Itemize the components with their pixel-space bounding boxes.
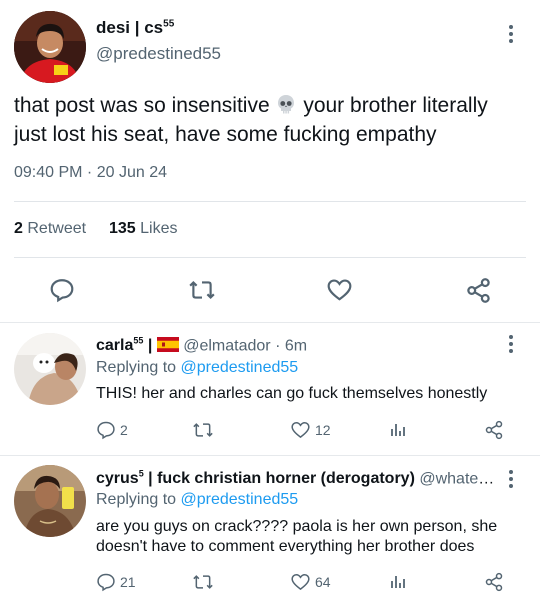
retweet-stat[interactable]: 2 Retweet [14,220,86,237]
divider [14,201,526,202]
reply-action-bar: 2 12 [96,420,516,444]
heart-icon [291,421,310,439]
reply-icon [50,279,74,303]
main-tweet: desi | cs55 @predestined55 that post was… [0,0,540,322]
mention-link[interactable]: @predestined55 [181,491,299,508]
retweet-button[interactable] [182,270,222,310]
reply-button[interactable] [42,270,82,310]
reply-tweet[interactable]: cyrus5 | fuck christian horner (derogato… [0,455,540,607]
display-name-text: cyrus [96,470,139,488]
retweet-button[interactable] [192,420,214,440]
reply-tweet[interactable]: carla55 | @elmatador · 6m Replying to @p… [0,322,540,455]
retweet-icon [189,280,215,300]
avatar[interactable] [14,333,86,405]
display-name-sup: 55 [133,336,144,346]
avatar[interactable] [14,11,86,83]
replying-to: Replying to @predestined55 [96,491,298,509]
like-button[interactable]: 12 [290,420,331,440]
reply-icon [97,573,115,592]
skull-icon [275,93,297,122]
replying-to: Replying to @predestined55 [96,359,298,377]
reply-count: 2 [120,422,128,438]
reply-text: are you guys on crack???? paola is her o… [96,518,498,555]
reply-button[interactable]: 2 [96,420,128,440]
share-button[interactable] [458,270,498,310]
user-handle[interactable]: @predestined55 [96,44,221,64]
heart-icon [327,279,351,301]
more-options-icon[interactable] [501,469,521,489]
reply-button[interactable]: 21 [96,572,136,592]
like-count: 12 [315,422,331,438]
reply-time[interactable]: · 6m [275,337,307,354]
share-button[interactable] [484,572,504,592]
user-handle[interactable]: @whatev... [419,470,496,487]
retweet-label: Retweet [27,220,87,237]
analytics-icon [391,424,405,436]
retweet-button[interactable] [192,572,214,592]
share-icon [466,277,490,303]
display-name-text: carla [96,337,134,355]
display-name-text: desi | cs [96,18,164,37]
reply-icon [97,421,115,440]
display-name[interactable]: carla55 | [96,336,157,355]
more-options-icon[interactable] [501,334,521,354]
reply-action-bar: 21 64 [96,572,516,596]
display-name[interactable]: desi | cs55 [96,18,174,38]
analytics-button[interactable] [389,572,407,590]
like-button[interactable] [319,270,359,310]
replying-label: Replying to [96,359,177,376]
analytics-button[interactable] [389,420,407,438]
display-name-suffix: | fuck christian horner (derogatory) [143,470,415,488]
share-icon [485,572,503,592]
retweet-icon [193,423,213,437]
tweet-action-bar [0,270,540,310]
replying-label: Replying to [96,491,177,508]
likes-stat[interactable]: 135 Likes [109,220,178,237]
user-handle[interactable]: @elmatador [183,337,270,354]
tweet-text: that post was so insensitive your brothe… [14,93,524,148]
share-button[interactable] [484,420,504,440]
more-options-icon[interactable] [501,24,521,44]
like-button[interactable]: 64 [290,572,331,592]
tweet-timestamp[interactable]: 09:40 PM · 20 Jun 24 [14,164,167,182]
share-icon [485,420,503,440]
retweet-icon [193,575,213,589]
retweet-count: 2 [14,220,23,237]
spain-flag-icon [156,337,179,357]
reply-count: 21 [120,574,136,590]
avatar[interactable] [14,465,86,537]
likes-label: Likes [140,220,178,237]
tweet-stats: 2 Retweet 135 Likes [14,220,177,238]
reply-header: cyrus5 | fuck christian horner (derogato… [96,469,496,488]
reply-text: THIS! her and charles can go fuck themse… [96,385,488,402]
display-name-sup: 55 [163,18,175,30]
reply-header: carla55 | @elmatador · 6m [96,336,496,357]
analytics-icon [391,576,405,588]
mention-link[interactable]: @predestined55 [181,359,299,376]
divider [14,257,526,258]
heart-icon [291,573,310,591]
likes-count: 135 [108,220,136,237]
tweet-text-part-1: that post was so insensitive [14,94,270,117]
display-name[interactable]: cyrus5 | fuck christian horner (derogato… [96,469,415,488]
like-count: 64 [315,574,331,590]
